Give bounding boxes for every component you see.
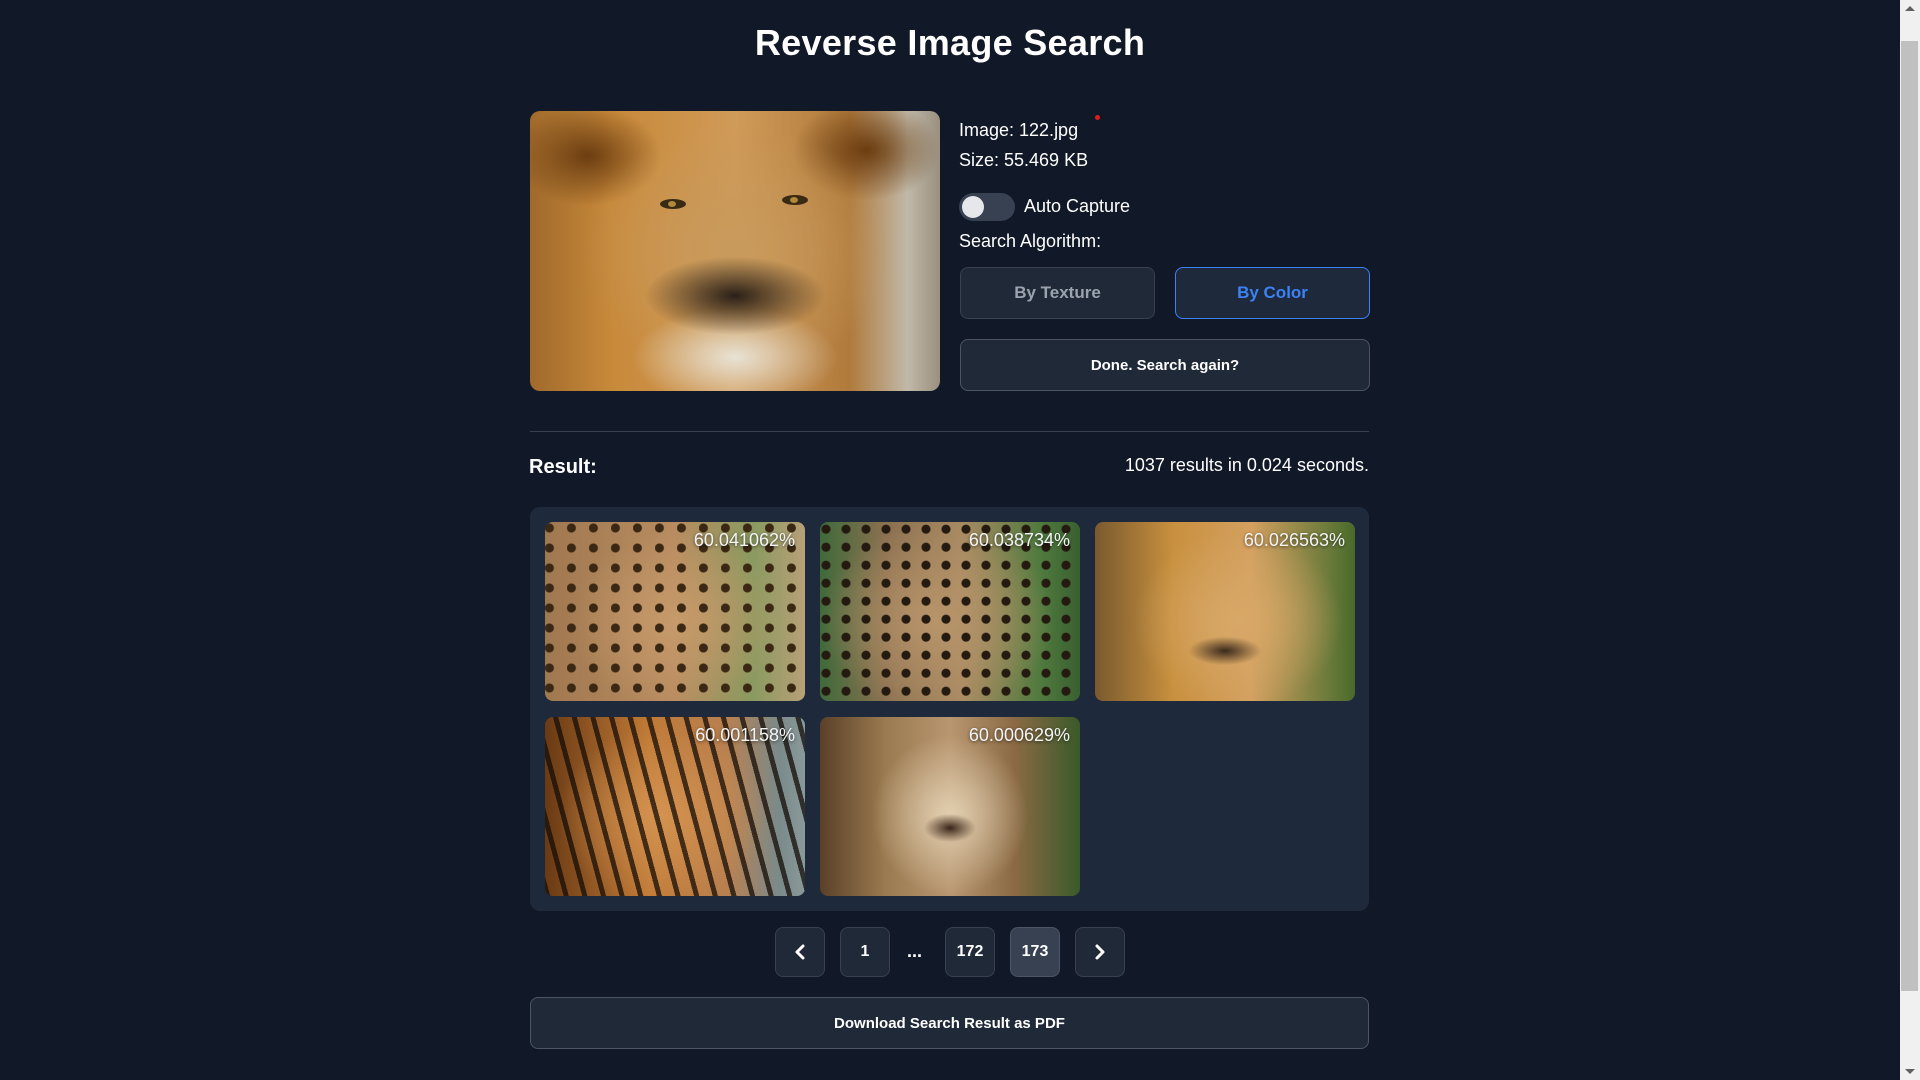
search-algorithm-label: Search Algorithm: <box>959 231 1102 251</box>
section-divider <box>530 431 1369 432</box>
chevron-left-icon <box>795 944 805 960</box>
pagination-ellipsis: ... <box>907 941 923 961</box>
scrollbar-thumb[interactable] <box>1901 41 1918 991</box>
scroll-down-arrow-icon[interactable] <box>1905 1069 1915 1074</box>
chevron-right-icon <box>1095 944 1105 960</box>
page: Reverse Image Search Image: 122.jpg Size… <box>0 0 1900 1080</box>
next-page-button[interactable] <box>1075 927 1125 977</box>
query-image-eye <box>782 195 808 205</box>
similarity-score: 60.041062% <box>693 530 795 550</box>
download-pdf-button[interactable]: Download Search Result as PDF <box>530 997 1369 1049</box>
status-dot-indicator <box>1095 115 1100 120</box>
result-item[interactable]: 60.041062% <box>545 522 805 701</box>
result-heading: Result: <box>529 456 597 478</box>
page-button-1[interactable]: 1 <box>840 927 890 977</box>
by-texture-button[interactable]: By Texture <box>960 267 1155 319</box>
query-image-eye <box>660 199 686 209</box>
auto-capture-toggle[interactable] <box>959 193 1015 221</box>
search-again-button[interactable]: Done. Search again? <box>960 339 1370 391</box>
page-title: Reverse Image Search <box>754 22 1146 63</box>
results-grid: 60.041062% 60.038734% 60.026563% 60.0011… <box>530 507 1369 911</box>
similarity-score: 60.026563% <box>1243 530 1345 550</box>
auto-capture-label: Auto Capture <box>1024 196 1131 216</box>
similarity-score: 60.000629% <box>968 725 1070 745</box>
image-name: Image: 122.jpg <box>959 120 1079 140</box>
similarity-score: 60.038734% <box>968 530 1070 550</box>
page-button-173[interactable]: 173 <box>1010 927 1060 977</box>
by-color-button[interactable]: By Color <box>1175 267 1370 319</box>
similarity-score: 60.001158% <box>695 725 795 745</box>
scroll-up-arrow-icon[interactable] <box>1905 6 1915 11</box>
query-image <box>530 111 940 391</box>
page-button-172[interactable]: 172 <box>945 927 995 977</box>
result-item[interactable]: 60.026563% <box>1095 522 1355 701</box>
result-item[interactable]: 60.038734% <box>820 522 1080 701</box>
result-item[interactable]: 60.001158% <box>545 717 805 896</box>
result-item[interactable]: 60.000629% <box>820 717 1080 896</box>
result-stats: 1037 results in 0.024 seconds. <box>1124 455 1369 475</box>
prev-page-button[interactable] <box>775 927 825 977</box>
toggle-knob <box>962 196 984 218</box>
vertical-scrollbar[interactable] <box>1900 0 1920 1080</box>
image-size: Size: 55.469 KB <box>959 150 1089 170</box>
